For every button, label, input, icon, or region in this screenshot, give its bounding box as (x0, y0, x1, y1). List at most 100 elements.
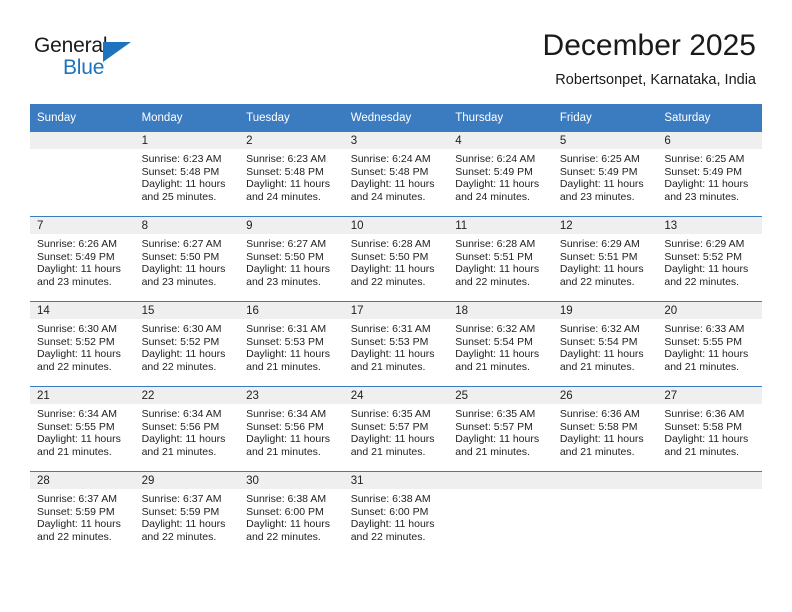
calendar-day-cell[interactable]: 27 Sunrise: 6:36 AM Sunset: 5:58 PM Dayligh… (657, 386, 762, 472)
day-number: 20 (657, 302, 762, 319)
calendar-day-cell[interactable]: 16 Sunrise: 6:31 AM Sunset: 5:53 PM Dayligh… (239, 301, 344, 387)
day-sunset-text: Sunset: 5:57 PM (350, 420, 429, 433)
calendar-grid: Sunday Monday Tuesday Wednesday Thursday… (30, 104, 762, 556)
calendar-day-cell[interactable]: 24 Sunrise: 6:35 AM Sunset: 5:57 PM Dayligh… (343, 386, 449, 472)
calendar-cell-inner: 9 Sunrise: 6:27 AM Sunset: 5:50 PM Daylight… (239, 217, 344, 301)
day-sunset-text: Sunset: 5:56 PM (141, 420, 220, 433)
calendar-day-cell[interactable]: 10 Sunrise: 6:28 AM Sunset: 5:50 PM Dayligh… (343, 216, 449, 302)
calendar-day-cell[interactable]: 31 Sunrise: 6:38 AM Sunset: 6:00 PM Dayligh… (343, 471, 449, 556)
calendar-day-cell[interactable]: 25 Sunrise: 6:35 AM Sunset: 5:57 PM Dayligh… (448, 386, 553, 472)
day-sunrise-text: Sunrise: 6:35 AM (350, 408, 431, 420)
calendar-day-cell[interactable]: 18 Sunrise: 6:32 AM Sunset: 5:54 PM Dayligh… (448, 301, 553, 387)
day-sunset-text: Sunset: 5:55 PM (664, 335, 743, 348)
day-sunrise-text: Sunrise: 6:24 AM (350, 153, 431, 165)
calendar-day-cell[interactable]: 26 Sunrise: 6:36 AM Sunset: 5:58 PM Dayligh… (552, 386, 658, 472)
day-sunset-text: Sunset: 5:59 PM (141, 505, 220, 518)
calendar-day-cell[interactable]: 6 Sunrise: 6:25 AM Sunset: 5:49 PM Daylight… (657, 132, 762, 217)
day-number: 26 (552, 387, 658, 404)
day-daylight1-text: Daylight: 11 hours (37, 348, 121, 361)
calendar-cell-inner: 26 Sunrise: 6:36 AM Sunset: 5:58 PM Dayligh… (552, 387, 658, 471)
day-daylight1-text: Daylight: 11 hours (664, 178, 749, 191)
day-number: 4 (448, 132, 553, 149)
calendar-cell-empty (552, 471, 658, 556)
day-number: 30 (239, 472, 344, 489)
day-daylight1-text: Daylight: 11 hours (455, 263, 540, 276)
calendar-day-cell[interactable]: 14 Sunrise: 6:30 AM Sunset: 5:52 PM Dayligh… (30, 301, 135, 387)
calendar-day-cell[interactable]: 11 Sunrise: 6:28 AM Sunset: 5:51 PM Dayligh… (448, 216, 553, 302)
calendar-day-cell[interactable]: 4 Sunrise: 6:24 AM Sunset: 5:49 PM Daylight… (448, 132, 553, 217)
day-daylight1-text: Daylight: 11 hours (141, 263, 226, 276)
day-sunset-text: Sunset: 5:50 PM (246, 250, 324, 263)
day-details: Sunrise: 6:23 AM Sunset: 5:48 PM Daylight:… (135, 149, 240, 203)
day-daylight1-text: Daylight: 11 hours (141, 178, 226, 191)
day-details: Sunrise: 6:27 AM Sunset: 5:50 PM Daylight:… (239, 234, 344, 288)
logo-text-general: General (34, 34, 108, 57)
day-number: 5 (552, 132, 658, 149)
calendar-header-row: Sunday Monday Tuesday Wednesday Thursday… (30, 104, 762, 132)
day-daylight2-text: and 22 minutes. (350, 530, 426, 543)
day-daylight1-text: Daylight: 11 hours (350, 518, 435, 531)
calendar-cell-inner: 17 Sunrise: 6:31 AM Sunset: 5:53 PM Dayligh… (343, 302, 449, 386)
day-daylight2-text: and 21 minutes. (559, 445, 635, 458)
calendar-day-cell[interactable]: 20 Sunrise: 6:33 AM Sunset: 5:55 PM Dayligh… (657, 301, 762, 387)
day-sunrise-text: Sunrise: 6:27 AM (141, 238, 222, 250)
day-daylight1-text: Daylight: 11 hours (350, 348, 435, 361)
calendar-day-cell[interactable]: 15 Sunrise: 6:30 AM Sunset: 5:52 PM Dayligh… (134, 301, 240, 387)
day-sunrise-text: Sunrise: 6:34 AM (141, 408, 222, 420)
day-daylight2-text: and 21 minutes. (141, 445, 217, 458)
calendar-day-cell[interactable]: 2 Sunrise: 6:23 AM Sunset: 5:48 PM Daylight… (239, 132, 344, 217)
calendar-day-cell[interactable]: 1 Sunrise: 6:23 AM Sunset: 5:48 PM Daylight… (134, 132, 240, 217)
day-sunrise-text: Sunrise: 6:34 AM (246, 408, 327, 420)
day-number: 3 (343, 132, 449, 149)
day-number: 22 (134, 387, 240, 404)
day-sunrise-text: Sunrise: 6:30 AM (141, 323, 222, 335)
calendar-day-cell[interactable]: 19 Sunrise: 6:32 AM Sunset: 5:54 PM Dayligh… (552, 301, 658, 387)
day-daylight2-text: and 21 minutes. (37, 445, 112, 458)
calendar-day-cell[interactable]: 8 Sunrise: 6:27 AM Sunset: 5:50 PM Daylight… (134, 216, 240, 302)
day-daylight1-text: Daylight: 11 hours (141, 348, 226, 361)
day-daylight1-text: Daylight: 11 hours (246, 433, 330, 446)
calendar-day-cell[interactable]: 29 Sunrise: 6:37 AM Sunset: 5:59 PM Dayligh… (134, 471, 240, 556)
day-number: 11 (448, 217, 553, 234)
day-number: 21 (30, 387, 135, 404)
day-daylight1-text: Daylight: 11 hours (559, 433, 644, 446)
calendar-day-cell[interactable]: 28 Sunrise: 6:37 AM Sunset: 5:59 PM Dayligh… (30, 471, 135, 556)
calendar-day-cell[interactable]: 7 Sunrise: 6:26 AM Sunset: 5:49 PM Daylight… (30, 216, 135, 302)
title-block: December 2025 Robertsonpet, Karnataka, I… (543, 28, 756, 89)
page-subtitle: Robertsonpet, Karnataka, India (555, 72, 756, 88)
day-number: 9 (239, 217, 344, 234)
page-header: General Blue December 2025 Robertsonpet,… (0, 0, 792, 100)
calendar-cell-inner: 16 Sunrise: 6:31 AM Sunset: 5:53 PM Dayligh… (239, 302, 344, 386)
calendar-day-cell[interactable]: 17 Sunrise: 6:31 AM Sunset: 5:53 PM Dayligh… (343, 301, 449, 387)
day-details: Sunrise: 6:31 AM Sunset: 5:53 PM Daylight:… (239, 319, 344, 373)
day-daylight1-text: Daylight: 11 hours (246, 178, 330, 191)
logo-triangle-icon (103, 42, 131, 62)
page-title: December 2025 (542, 29, 756, 62)
day-daylight2-text: and 23 minutes. (559, 190, 635, 203)
general-blue-logo[interactable]: General Blue (34, 34, 154, 82)
day-sunrise-text: Sunrise: 6:31 AM (246, 323, 327, 335)
calendar-day-cell[interactable]: 5 Sunrise: 6:25 AM Sunset: 5:49 PM Daylight… (552, 132, 658, 217)
day-sunset-text: Sunset: 5:51 PM (559, 250, 638, 263)
calendar-cell-inner (448, 472, 553, 556)
day-daylight2-text: and 25 minutes. (141, 190, 217, 203)
day-daylight2-text: and 21 minutes. (246, 445, 321, 458)
calendar-day-cell[interactable]: 22 Sunrise: 6:34 AM Sunset: 5:56 PM Dayligh… (134, 386, 240, 472)
day-number (448, 472, 553, 489)
calendar-day-cell[interactable]: 3 Sunrise: 6:24 AM Sunset: 5:48 PM Daylight… (343, 132, 449, 217)
calendar-day-cell[interactable]: 23 Sunrise: 6:34 AM Sunset: 5:56 PM Dayligh… (239, 386, 344, 472)
day-details: Sunrise: 6:29 AM Sunset: 5:51 PM Daylight:… (553, 234, 658, 288)
weekday-header-sunday: Sunday (30, 104, 135, 132)
day-sunset-text: Sunset: 5:56 PM (246, 420, 324, 433)
day-sunrise-text: Sunrise: 6:37 AM (141, 493, 222, 505)
calendar-day-cell[interactable]: 21 Sunrise: 6:34 AM Sunset: 5:55 PM Dayligh… (30, 386, 135, 472)
day-daylight1-text: Daylight: 11 hours (350, 178, 435, 191)
weekday-header-saturday: Saturday (657, 104, 762, 132)
calendar-day-cell[interactable]: 9 Sunrise: 6:27 AM Sunset: 5:50 PM Daylight… (239, 216, 344, 302)
day-details: Sunrise: 6:35 AM Sunset: 5:57 PM Daylight:… (344, 404, 449, 458)
calendar-cell-inner: 20 Sunrise: 6:33 AM Sunset: 5:55 PM Dayligh… (657, 302, 762, 386)
day-details: Sunrise: 6:25 AM Sunset: 5:49 PM Daylight:… (657, 149, 762, 203)
calendar-day-cell[interactable]: 13 Sunrise: 6:29 AM Sunset: 5:52 PM Dayligh… (657, 216, 762, 302)
calendar-day-cell[interactable]: 30 Sunrise: 6:38 AM Sunset: 6:00 PM Dayligh… (239, 471, 344, 556)
calendar-day-cell[interactable]: 12 Sunrise: 6:29 AM Sunset: 5:51 PM Dayligh… (552, 216, 658, 302)
